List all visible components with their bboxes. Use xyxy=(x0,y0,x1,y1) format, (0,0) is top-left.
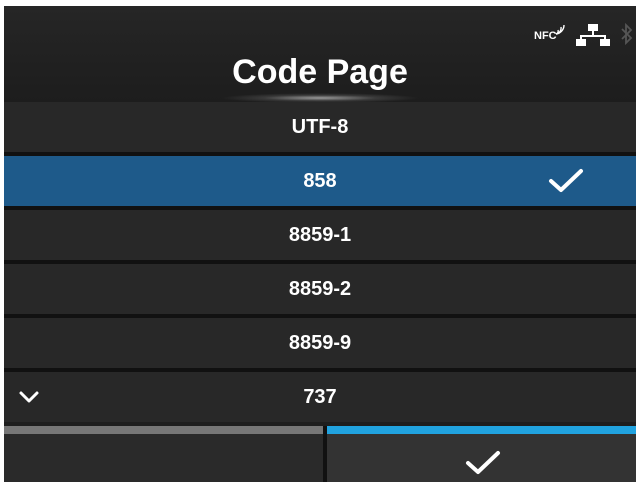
chevron-down-icon[interactable] xyxy=(18,390,40,404)
back-button[interactable] xyxy=(4,426,323,482)
list-item[interactable]: 8859-1 xyxy=(4,210,636,260)
header: NFC Code Page xyxy=(4,6,636,103)
list-item[interactable]: 737 xyxy=(4,372,636,422)
list-item-selected[interactable]: 858 xyxy=(4,156,636,206)
list-item[interactable]: UTF-8 xyxy=(4,102,636,152)
check-icon xyxy=(549,169,583,192)
lan-icon xyxy=(576,24,610,46)
list-item-label: 858 xyxy=(303,169,337,192)
list-item[interactable]: 8859-2 xyxy=(4,264,636,314)
footer-bar xyxy=(4,426,636,482)
code-page-list[interactable]: UTF-8 858 8859-1 8859-2 8859-9 737 xyxy=(4,102,636,422)
check-icon xyxy=(466,451,500,474)
list-item-label: 8859-1 xyxy=(288,223,352,246)
list-item-label: UTF-8 xyxy=(291,115,349,138)
bluetooth-icon xyxy=(621,22,633,46)
list-item[interactable]: 8859-9 xyxy=(4,318,636,368)
list-item-label: 737 xyxy=(303,385,337,408)
list-item-label: 8859-9 xyxy=(288,331,352,354)
printer-screen: NFC Code Page UTF-8 858 8859-1 8859-2 88… xyxy=(4,6,636,482)
page-title: Code Page xyxy=(232,53,408,91)
nfc-waves-icon xyxy=(555,24,565,35)
confirm-button[interactable] xyxy=(327,426,636,482)
list-item-label: 8859-2 xyxy=(288,277,352,300)
